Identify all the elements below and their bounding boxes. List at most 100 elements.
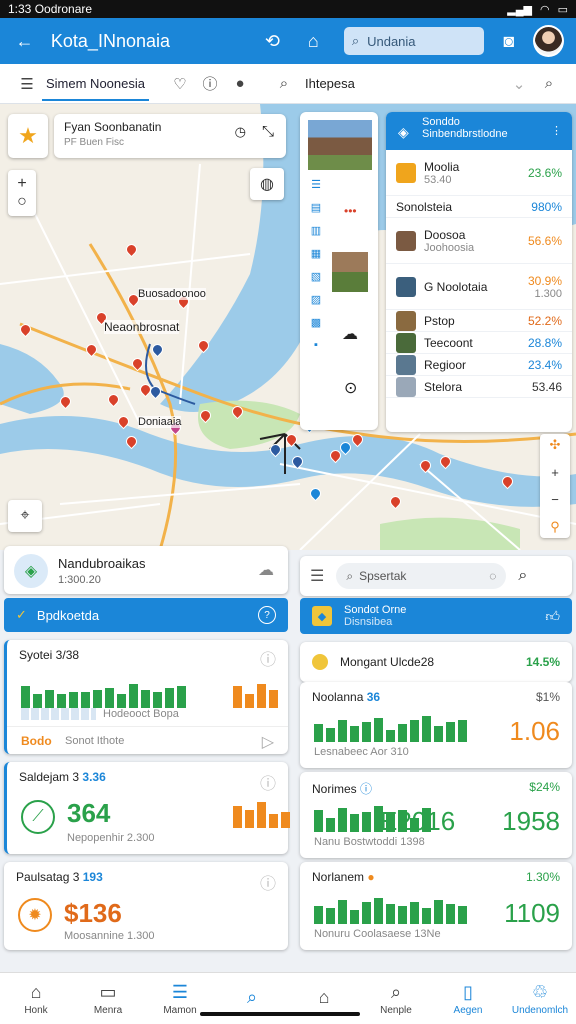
- zoom-in-icon[interactable]: +: [551, 465, 559, 480]
- home-icon[interactable]: ⌂: [301, 31, 326, 52]
- spark-bar: [45, 690, 54, 708]
- data-panel-row[interactable]: Moolia 53.40 23.6%: [386, 150, 572, 196]
- left-card-3[interactable]: Paulsatag 3 193 ⓘ ✹ $136 Moosannine 1.30…: [4, 862, 288, 950]
- search-icon: ⌕: [346, 568, 354, 583]
- menu-icon[interactable]: ☰: [310, 566, 324, 586]
- search-icon[interactable]: ⌕: [534, 75, 564, 92]
- right-card-3[interactable]: Norimes ⓘ $24% E2016 1958 Nanu Bostwtodd…: [300, 772, 572, 858]
- gallery-image[interactable]: [308, 120, 372, 170]
- locate-icon[interactable]: ⌖: [8, 500, 42, 532]
- nav-item[interactable]: ☰ Mamon: [144, 973, 216, 1024]
- zoom-out-icon[interactable]: −: [551, 492, 559, 507]
- data-panel-row[interactable]: Teecoont 28.8%: [386, 332, 572, 354]
- profile-icon[interactable]: ●: [225, 75, 255, 92]
- data-panel-row[interactable]: Pstop 52.2%: [386, 310, 572, 332]
- nav-item[interactable]: ⌂: [288, 973, 360, 1024]
- data-panel-row[interactable]: G Noolotaia 30.9% 1.300: [386, 264, 572, 310]
- right-blue-bar[interactable]: ◆ Sondot Orne Disnsibea 👍︎: [300, 598, 572, 634]
- info-icon[interactable]: ⓘ: [195, 73, 225, 94]
- dots-icon[interactable]: •••: [344, 204, 357, 218]
- coin-icon: [312, 654, 328, 670]
- nav-item[interactable]: ⌕: [216, 973, 288, 1024]
- left-card-1[interactable]: Syotei 3/38 ⓘ Hodeooct Bopa Bodo Sonot I…: [4, 640, 288, 754]
- spark-bar: [434, 726, 443, 742]
- card-title: Syotei 3/38: [19, 648, 80, 662]
- info-icon[interactable]: ⓘ: [260, 870, 276, 894]
- app-search-input[interactable]: ⌕ Undania: [343, 27, 485, 55]
- nav-item[interactable]: ⌕ Nenple: [360, 973, 432, 1024]
- row-thumbnail: [396, 276, 416, 297]
- search-icon[interactable]: ⌕: [518, 567, 527, 585]
- nav-item[interactable]: ▭ Menra: [72, 973, 144, 1024]
- gallery-image[interactable]: [332, 252, 368, 292]
- left-header: ◈ Nandubroaikas 1:300.20 ☁: [4, 546, 288, 594]
- spark-bar: [281, 812, 290, 828]
- more-icon[interactable]: ▪: [314, 339, 318, 351]
- nav-item[interactable]: ♲ Undenomlch: [504, 973, 576, 1024]
- like-icon[interactable]: 👍︎: [545, 608, 560, 625]
- avatar[interactable]: [533, 25, 565, 57]
- data-panel-row[interactable]: Stelora 53.46: [386, 376, 572, 398]
- heart-icon[interactable]: ♡: [165, 75, 195, 93]
- filter-icon[interactable]: ▧: [311, 270, 321, 283]
- tools-icon[interactable]: ▨: [311, 293, 321, 306]
- data-panel-row[interactable]: Doosoa Joohoosia 56.6%: [386, 218, 572, 264]
- search-icon[interactable]: ⌕: [269, 75, 299, 92]
- cloud-icon[interactable]: ☁: [258, 560, 274, 580]
- layer-icon[interactable]: ▦: [311, 247, 321, 260]
- spark-bar: [69, 692, 78, 708]
- menu-icon[interactable]: ☰: [12, 75, 42, 93]
- star-icon[interactable]: ★: [8, 114, 48, 158]
- sync-icon[interactable]: ⟲: [260, 31, 285, 52]
- data-panel: ◈ Sonddo Sinbendbrstlodne ⋮ Moolia 53.40 2…: [386, 112, 572, 432]
- right-card-4[interactable]: Norlanem ● 1.30% 1109 Nonuru Coolasaese …: [300, 862, 572, 950]
- info-icon[interactable]: ⓘ: [260, 770, 276, 794]
- data-panel-row[interactable]: Sonolsteia 980%: [386, 196, 572, 218]
- left-blue-bar[interactable]: ✓ Bpdkoetda ?: [4, 598, 288, 632]
- cloud-icon[interactable]: ☁: [342, 324, 358, 344]
- info-icon[interactable]: ?: [258, 606, 276, 624]
- pin-icon[interactable]: ⚲: [550, 519, 560, 535]
- map-view[interactable]: ★ Fyan Soonbanatin PF Buen Fisc ◷ ⤡ ◍ + ○…: [0, 104, 576, 550]
- row-thumbnail: [396, 376, 416, 397]
- back-arrow-icon[interactable]: ←: [12, 31, 37, 52]
- target-icon[interactable]: ⊙: [344, 378, 357, 398]
- card-pct: 1.30%: [525, 870, 560, 884]
- spark-bar: [233, 806, 242, 828]
- layers-icon[interactable]: ◍: [250, 168, 284, 200]
- clock-icon[interactable]: ◷: [235, 124, 246, 140]
- info-icon[interactable]: ⓘ: [260, 646, 276, 670]
- list-icon[interactable]: ☰: [311, 178, 321, 191]
- chevron-down-icon[interactable]: ⌄: [504, 75, 534, 93]
- more-icon[interactable]: ⋮: [551, 124, 562, 137]
- right-card-2[interactable]: Noolanna 36 $1% 1.06 Lesnabeec Aor 310: [300, 682, 572, 768]
- nav-item[interactable]: ⌂ Honk: [0, 973, 72, 1024]
- nav-item[interactable]: ▯ Aegen: [432, 973, 504, 1024]
- dot-icon: ●: [367, 870, 375, 884]
- spark-bar: [350, 726, 359, 742]
- subbar-search-text[interactable]: Ihtepesa: [305, 76, 355, 91]
- compass-icon[interactable]: ✣: [550, 437, 561, 453]
- grid-icon[interactable]: ▤: [311, 201, 321, 214]
- play-icon[interactable]: ▷: [262, 732, 274, 752]
- tab-simem[interactable]: Simem Noonesia: [42, 66, 149, 101]
- row-sub: 53.40: [424, 173, 452, 186]
- data-panel-row[interactable]: Regioor 23.4%: [386, 354, 572, 376]
- chat-icon[interactable]: ◙: [496, 31, 521, 52]
- expand-icon[interactable]: ⤡: [262, 123, 274, 140]
- spark-bar: [398, 724, 407, 742]
- signal-icon: ▂▄▆: [507, 3, 532, 16]
- spark-bar: [141, 690, 150, 708]
- zoom-control[interactable]: + ○: [8, 170, 36, 216]
- right-search-input[interactable]: ⌕ Spsertak ◌: [336, 563, 507, 589]
- row-pct: 23.4%: [527, 357, 562, 372]
- card-bars-orange: [233, 802, 290, 828]
- left-card-2[interactable]: Saldejam 3 3.36 ⓘ ⟋ 364 Nepopenhir 2.300: [4, 762, 290, 854]
- place-card[interactable]: Fyan Soonbanatin PF Buen Fisc ◷ ⤡: [54, 114, 286, 158]
- chart-icon[interactable]: ▥: [311, 224, 321, 237]
- zoom-out-icon[interactable]: ○: [17, 193, 27, 211]
- clear-icon[interactable]: ◌: [489, 569, 496, 583]
- zoom-in-icon[interactable]: +: [17, 175, 26, 193]
- right-card-1[interactable]: Mongant Ulcde28 14.5%: [300, 642, 572, 682]
- settings-icon[interactable]: ▩: [311, 316, 321, 329]
